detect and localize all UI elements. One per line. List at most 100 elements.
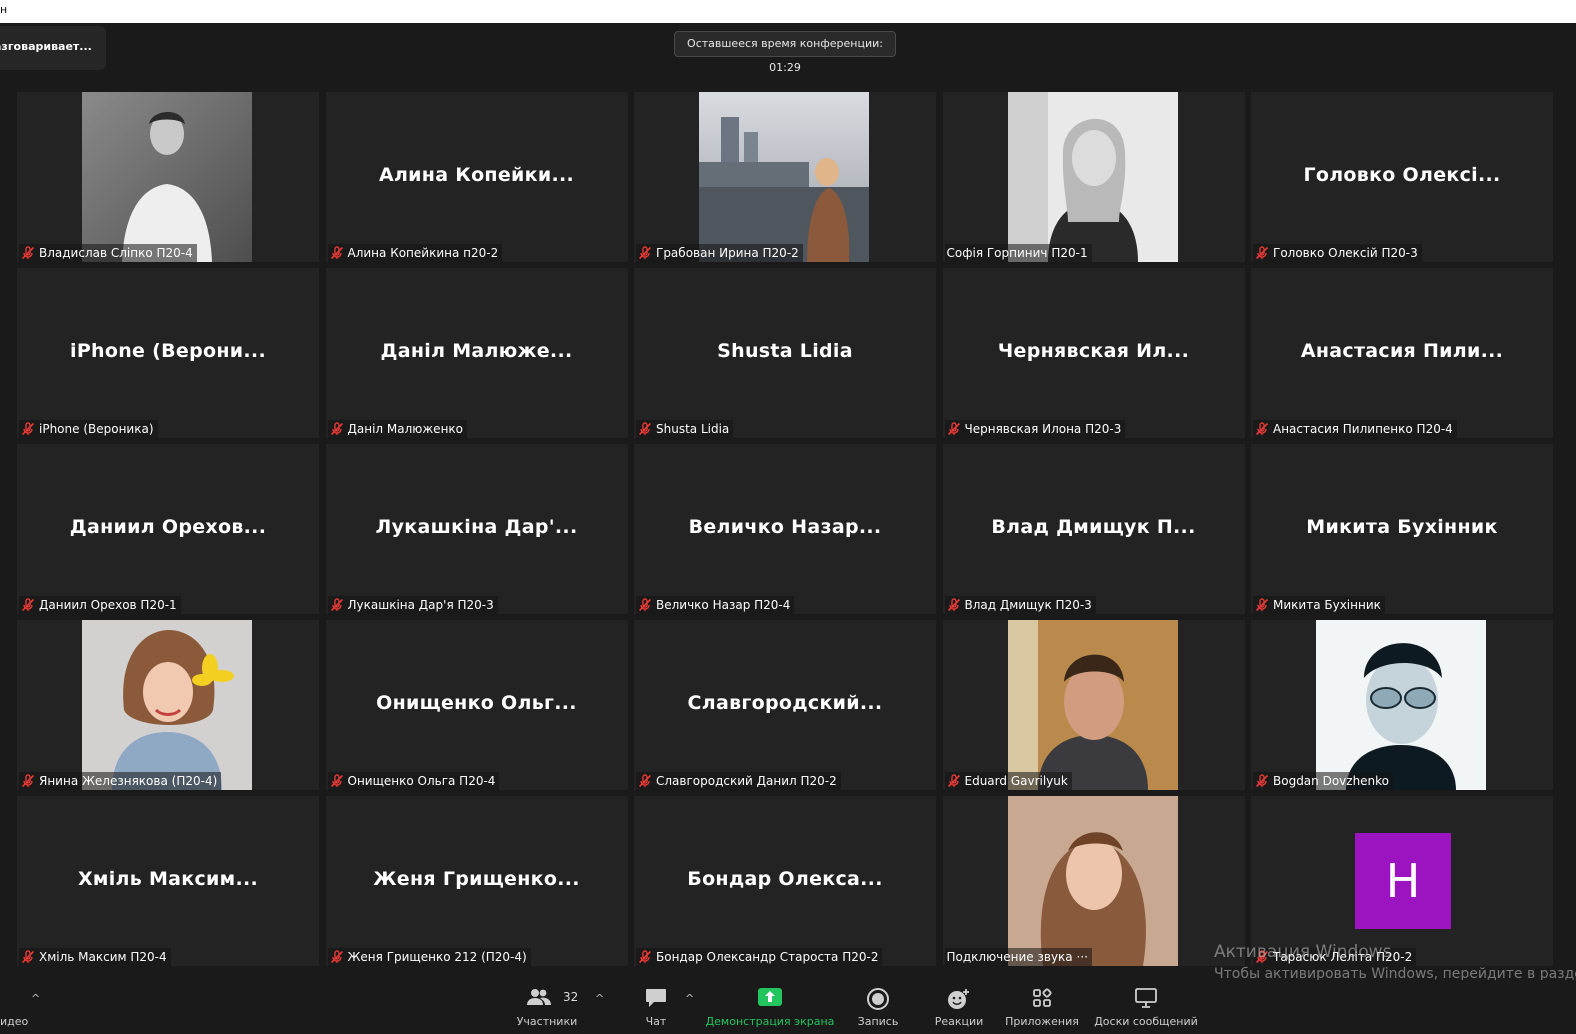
participant-tile[interactable]: Янина Железнякова (П20-4) (17, 620, 319, 790)
participant-name: Владислав Слiпко П20-4 (39, 246, 193, 260)
participant-name-label: iPhone (Вероника) (19, 420, 158, 438)
participant-tile[interactable]: iPhone (Верони... iPhone (Вероника) (17, 268, 319, 438)
participants-label: Участники (516, 1015, 578, 1028)
participant-name-label: Головко Олексій П20-3 (1253, 244, 1422, 262)
participant-video (82, 92, 252, 262)
participant-name: Shusta Lidia (656, 422, 730, 436)
participant-tile[interactable]: Владислав Слiпко П20-4 (17, 92, 319, 262)
participant-tile[interactable]: Грабован Ирина П20-2 (634, 92, 936, 262)
participants-button[interactable]: Участники (512, 980, 582, 1034)
reactions-icon (948, 989, 969, 1009)
video-button[interactable]: идео (0, 980, 30, 1034)
muted-microphone-icon (638, 774, 652, 788)
participant-tile[interactable]: Eduard Gavrilyuk (942, 620, 1245, 790)
participant-tile[interactable]: Софія Горпинич П20-1 (942, 92, 1245, 262)
participant-name: Женя Грищенко 212 (П20-4) (347, 950, 527, 964)
participant-display-name: Онищенко Ольг... (376, 692, 577, 714)
participant-tile[interactable]: Лукашкіна Дар'... Лукашкіна Дар'я П20-3 (325, 444, 628, 614)
participant-tile[interactable]: Даниил Орехов... Даниил Орехов П20-1 (17, 444, 319, 614)
participant-tile[interactable]: Анастасия Пили... Анастасия Пилипенко П2… (1251, 268, 1553, 438)
whiteboard-icon (1135, 988, 1157, 1008)
chat-button[interactable]: Чат (630, 980, 682, 1034)
chat-label: Чат (645, 1015, 667, 1028)
participant-name: Янина Железнякова (П20-4) (39, 774, 218, 788)
participant-tile[interactable]: Хміль Максим... Хміль Максим П20-4 (17, 796, 319, 966)
participant-name-label: Eduard Gavrilyuk (944, 772, 1072, 790)
chat-icon (646, 989, 666, 1007)
participant-name: Даниил Орехов П20-1 (39, 598, 177, 612)
participant-tile[interactable]: Н Тарасюк Леліта П20-2 (1251, 796, 1553, 966)
participant-name: Анастасия Пилипенко П20-4 (1273, 422, 1453, 436)
participant-name-label: Алина Копейкина п20-2 (327, 244, 503, 262)
participant-video (1316, 620, 1486, 790)
apps-icon (1033, 988, 1052, 1007)
reactions-button[interactable]: Реакции (928, 980, 990, 1034)
muted-microphone-icon (1255, 598, 1269, 612)
whiteboards-button[interactable]: Доски сообщений (1092, 980, 1200, 1034)
participant-name-label: Shusta Lidia (636, 420, 734, 438)
participants-icon (527, 989, 551, 1005)
participant-tile[interactable]: Бондар Олекса... Бондар Олександр Старос… (634, 796, 936, 966)
participant-display-name: Даніл Малюже... (380, 340, 573, 362)
participant-tile[interactable]: Головко Олексі... Головко Олексій П20-3 (1251, 92, 1553, 262)
participants-options-caret-icon[interactable]: ^ (595, 992, 604, 1005)
reactions-label: Реакции (934, 1015, 984, 1028)
participant-video (1007, 92, 1178, 262)
participant-tile[interactable]: Чернявская Ил... Чернявская Илона П20-3 (942, 268, 1245, 438)
participant-avatar: Н (1355, 833, 1451, 929)
participant-name: Бондар Олександр Староста П20-2 (656, 950, 879, 964)
record-button[interactable]: Запись (852, 980, 904, 1034)
participant-tile[interactable]: Славгородский... Славгородский Данил П20… (634, 620, 936, 790)
participant-name-label: Даніл Малюженко (327, 420, 467, 438)
apps-button[interactable]: Приложения (1004, 980, 1080, 1034)
participant-name: Чернявская Илона П20-3 (964, 422, 1122, 436)
participant-tile[interactable]: Женя Грищенко... Женя Грищенко 212 (П20-… (325, 796, 628, 966)
participant-tile[interactable]: Микита Бухінник Микита Бухінник (1251, 444, 1553, 614)
window-title: н (0, 3, 8, 16)
participant-name-label: Анастасия Пилипенко П20-4 (1253, 420, 1457, 438)
video-options-caret-icon[interactable]: ^ (31, 992, 40, 1005)
participant-display-name: Влад Дмищук П... (991, 516, 1196, 538)
meeting-time-remaining: Оставшееся время конференции: 01:29 (674, 31, 896, 74)
participant-display-name: Микита Бухінник (1306, 516, 1498, 538)
participant-name-label: Даниил Орехов П20-1 (19, 596, 181, 614)
share-screen-button[interactable]: Демонстрация экрана (703, 980, 837, 1034)
participant-name-label: Грабован Ирина П20-2 (636, 244, 803, 262)
participant-name-label: Чернявская Илона П20-3 (944, 420, 1126, 438)
meeting-toolbar: идео ^ Участники 32 ^ Чат ^ Демонстрация… (0, 980, 1576, 1034)
participant-display-name: iPhone (Верони... (70, 340, 266, 362)
participant-name: Даніл Малюженко (347, 422, 464, 436)
participant-name-label: Янина Железнякова (П20-4) (19, 772, 222, 790)
active-speaker-indicator: азговаривает... (0, 26, 106, 70)
participant-tile[interactable]: Величко Назар... Величко Назар П20-4 (634, 444, 936, 614)
participant-tile[interactable]: Подключение звука ··· (942, 796, 1245, 966)
participant-tile[interactable]: Shusta Lidia Shusta Lidia (634, 268, 936, 438)
participant-name: Bogdan Dovzhenko (1273, 774, 1390, 788)
participants-count: 32 (563, 990, 579, 1004)
chat-options-caret-icon[interactable]: ^ (685, 992, 694, 1005)
muted-microphone-icon (330, 950, 344, 964)
participant-tile[interactable]: Даніл Малюже... Даніл Малюженко (325, 268, 628, 438)
windows-activation-title: Активация Windows (1214, 942, 1392, 962)
participant-name-label: Хміль Максим П20-4 (19, 948, 171, 966)
participant-tile[interactable]: Алина Копейки... Алина Копейкина п20-2 (325, 92, 628, 262)
participant-name: Онищенко Ольга П20-4 (347, 774, 496, 788)
muted-microphone-icon (330, 246, 344, 260)
muted-microphone-icon (330, 598, 344, 612)
muted-microphone-icon (1255, 774, 1269, 788)
participant-name-label: Микита Бухінник (1253, 596, 1385, 614)
participant-tile[interactable]: Влад Дмищук П... Влад Дмищук П20-3 (942, 444, 1245, 614)
muted-microphone-icon (638, 246, 652, 260)
participant-name: Грабован Ирина П20-2 (656, 246, 799, 260)
participant-video (1007, 620, 1178, 790)
participant-tile[interactable]: Онищенко Ольг... Онищенко Ольга П20-4 (325, 620, 628, 790)
participant-tile[interactable]: Bogdan Dovzhenko (1251, 620, 1553, 790)
record-label: Запись (857, 1015, 899, 1028)
participant-name: Алина Копейкина п20-2 (347, 246, 499, 260)
participant-name: iPhone (Вероника) (39, 422, 154, 436)
participant-name-label: Влад Дмищук П20-3 (944, 596, 1096, 614)
participant-name-label: Женя Грищенко 212 (П20-4) (327, 948, 531, 966)
window-titlebar: н (0, 0, 1576, 23)
share-screen-icon (758, 988, 782, 1006)
active-speaker-text: азговаривает... (0, 40, 92, 53)
